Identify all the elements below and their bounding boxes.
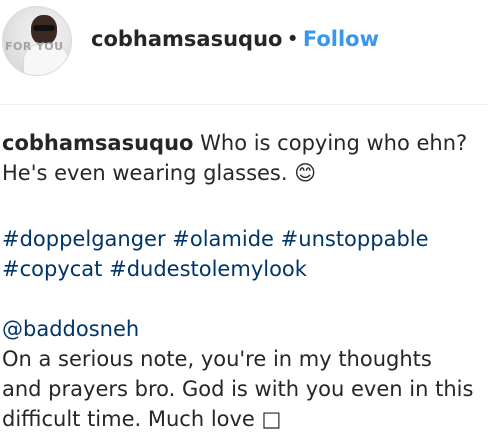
avatar[interactable]: FOR YOU (2, 6, 72, 76)
post-header: FOR YOU cobhamsasuquo • Follow (0, 0, 488, 105)
hashtag-link[interactable]: #unstoppable (281, 227, 429, 251)
separator-dot: • (286, 27, 299, 51)
hashtag-line-2: #copycat #dudestolemylook (2, 254, 488, 284)
mention-link[interactable]: @baddosneh (2, 314, 488, 344)
hashtag-link[interactable]: #doppelganger (2, 227, 166, 251)
caption-line-2: He's even wearing glasses. 😊 (2, 161, 317, 185)
hashtag-block: #doppelganger #olamide #unstoppable #cop… (2, 224, 488, 284)
username-row: cobhamsasuquo • Follow (91, 26, 379, 52)
avatar-glasses (33, 25, 55, 31)
header-username-link[interactable]: cobhamsasuquo (91, 27, 282, 51)
hashtag-link[interactable]: #dudestolemylook (109, 257, 307, 281)
mention-block: @baddosneh On a serious note, you're in … (2, 314, 488, 434)
hashtag-link[interactable]: #olamide (172, 227, 274, 251)
caption-author-link[interactable]: cobhamsasuquo (2, 131, 193, 155)
caption: cobhamsasuquo Who is copying who ehn? He… (2, 128, 488, 188)
mention-text-line-3: difficult time. Much love □ (2, 407, 282, 431)
caption-line-1: cobhamsasuquo Who is copying who ehn? (2, 128, 488, 158)
avatar-badge: FOR YOU (5, 40, 64, 53)
mention-text-line-1: On a serious note, you're in my thoughts (2, 347, 432, 371)
mention-text-line-2: and prayers bro. God is with you even in… (2, 377, 474, 401)
caption-text-1: Who is copying who ehn? (193, 131, 468, 155)
follow-button[interactable]: Follow (303, 27, 379, 51)
hashtag-line-1: #doppelganger #olamide #unstoppable (2, 224, 488, 254)
hashtag-link[interactable]: #copycat (2, 257, 102, 281)
